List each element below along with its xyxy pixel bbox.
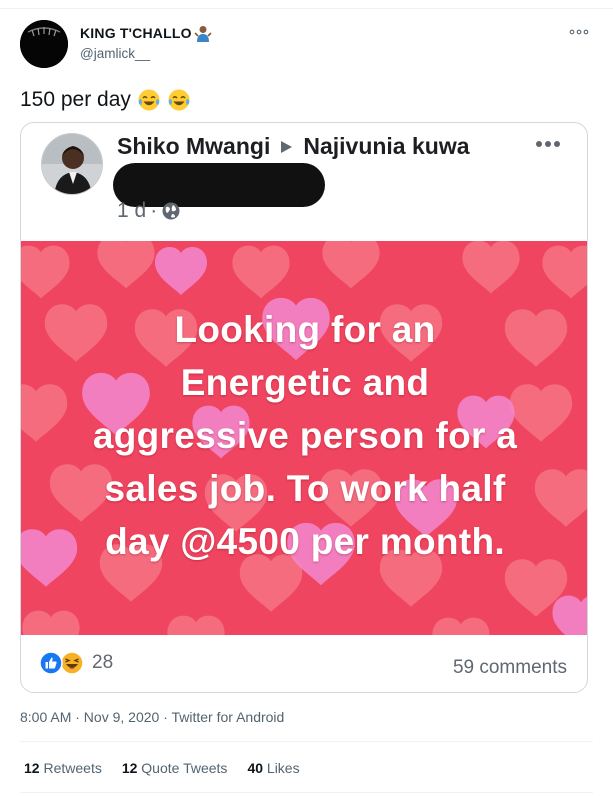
tweet-stats: 12 Retweets 12 Quote Tweets 40 Likes bbox=[24, 760, 300, 776]
fb-post-header: Shiko Mwangi Najivunia kuwa bbox=[117, 133, 470, 160]
quote-tweets-stat[interactable]: 12 Quote Tweets bbox=[122, 760, 228, 776]
quote-tweets-label: Quote Tweets bbox=[141, 760, 228, 776]
meta-separator: · bbox=[150, 199, 158, 222]
author-name-text: KING T'CHALLO bbox=[80, 25, 192, 41]
likes-count: 40 bbox=[247, 760, 264, 776]
quote-tweets-count: 12 bbox=[121, 760, 138, 776]
more-horizontal-icon[interactable] bbox=[535, 140, 561, 148]
divider bbox=[20, 741, 593, 742]
tweet-card: KING T'CHALLO @jamlick__ 150 per day Shi… bbox=[0, 0, 613, 796]
tears-of-joy-emoji bbox=[168, 89, 190, 111]
fb-post-meta: 1 d · bbox=[117, 199, 181, 223]
banner-line: day @4500 per month. bbox=[105, 521, 505, 562]
banner-line: sales job. To work half bbox=[104, 468, 506, 509]
fb-post-time: 1 d bbox=[117, 199, 147, 222]
person-shrugging-emoji bbox=[194, 26, 212, 42]
globe-icon bbox=[162, 202, 180, 220]
retweets-count: 12 bbox=[24, 760, 40, 776]
fb-author-photo bbox=[42, 134, 102, 194]
tweet-timestamp[interactable]: 8:00 AM · Nov 9, 2020 · Twitter for Andr… bbox=[20, 709, 284, 725]
banner-line: aggressive person for a bbox=[92, 415, 518, 456]
tears-of-joy-emoji bbox=[138, 89, 160, 111]
fb-group-name[interactable]: Najivunia kuwa bbox=[303, 133, 469, 160]
like-reaction-icon bbox=[39, 651, 63, 675]
banner-line: Looking for an bbox=[174, 309, 436, 350]
banner-line: Energetic and bbox=[180, 362, 430, 403]
embedded-facebook-screenshot[interactable]: Shiko Mwangi Najivunia kuwa 1 d · Lookin… bbox=[20, 122, 588, 693]
tweet-text: 150 per day bbox=[20, 88, 191, 112]
more-horizontal-icon[interactable] bbox=[567, 26, 591, 38]
divider bbox=[20, 792, 593, 793]
fb-post-banner: Looking for an Energetic and aggressive … bbox=[21, 241, 587, 635]
reaction-count: 28 bbox=[92, 652, 114, 673]
author-handle[interactable]: @jamlick__ bbox=[80, 46, 150, 61]
fb-author-avatar bbox=[41, 133, 103, 195]
retweets-stat[interactable]: 12 Retweets bbox=[24, 760, 102, 776]
fb-reactions[interactable]: 28 bbox=[39, 651, 113, 675]
fb-author-name[interactable]: Shiko Mwangi bbox=[117, 133, 270, 160]
banner-text: Looking for an Energetic and aggressive … bbox=[21, 303, 587, 568]
fb-comments-count[interactable]: 59 comments bbox=[453, 657, 567, 679]
triangle-right-icon bbox=[281, 140, 293, 153]
tweet-text-content: 150 per day bbox=[20, 88, 131, 111]
likes-label: Likes bbox=[266, 760, 300, 776]
likes-stat[interactable]: 40 Likes bbox=[247, 760, 299, 776]
haha-reaction-icon bbox=[60, 651, 84, 675]
retweets-label: Retweets bbox=[43, 760, 102, 776]
avatar[interactable] bbox=[20, 20, 68, 68]
avatar-image bbox=[20, 20, 68, 68]
divider bbox=[0, 8, 613, 9]
author-display-name[interactable]: KING T'CHALLO bbox=[80, 24, 212, 42]
